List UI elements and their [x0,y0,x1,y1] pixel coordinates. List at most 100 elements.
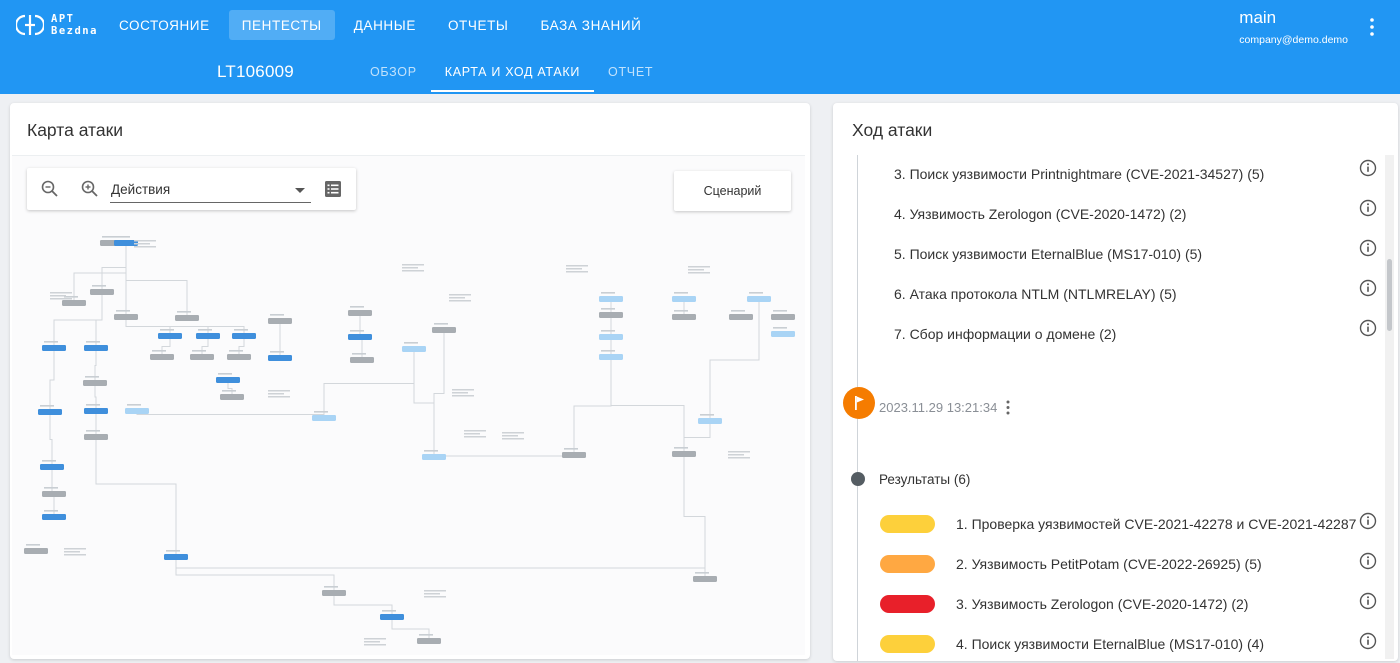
scrollbar[interactable] [1385,155,1394,659]
nav-knowledge-base[interactable]: БАЗА ЗНАНИЙ [527,10,654,40]
graph-node[interactable] [227,354,251,360]
graph-node[interactable] [42,514,66,520]
graph-node[interactable] [771,314,795,320]
nav-reports[interactable]: ОТЧЕТЫ [435,10,522,40]
graph-node[interactable] [312,415,336,421]
graph-node[interactable] [90,289,114,295]
tab-report[interactable]: ОТЧЕТ [594,55,667,92]
graph-node[interactable] [216,377,240,383]
graph-node[interactable] [562,452,586,458]
scenario-button[interactable]: Сценарий [674,171,791,211]
graph-node[interactable] [24,548,48,554]
graph-annotation [424,593,440,595]
graph-node[interactable] [232,333,256,339]
graph-node[interactable] [672,451,696,457]
graph-node[interactable] [42,491,66,497]
graph-node[interactable] [40,464,64,470]
graph-node[interactable] [672,296,696,302]
graph-node[interactable] [771,331,795,337]
nav-data[interactable]: ДАННЫЕ [341,10,429,40]
graph-node[interactable] [42,345,66,351]
result-item[interactable]: 1. Проверка уязвимостей CVE-2021-42278 и… [833,515,1393,555]
attack-step[interactable]: 6. Атака протокола NTLM (NTLMRELAY) (5) [894,280,1364,320]
scrollbar-thumb[interactable] [1387,259,1392,331]
attack-graph[interactable] [12,156,805,655]
graph-node[interactable] [432,327,456,333]
zoom-in-icon[interactable] [80,179,100,199]
info-icon[interactable] [1359,239,1377,257]
graph-node-caption [160,329,174,331]
graph-node[interactable] [380,614,404,620]
pentest-id: LT106009 [217,62,294,81]
list-icon[interactable] [323,179,343,199]
graph-node[interactable] [175,315,199,321]
graph-annotation [502,438,524,440]
info-icon[interactable] [1359,512,1377,530]
graph-node-caption [731,310,745,312]
tab-attack-map[interactable]: КАРТА И ХОД АТАКИ [430,55,595,92]
graph-node[interactable] [114,314,138,320]
graph-node[interactable] [150,354,174,360]
more-vert-icon[interactable] [1369,17,1375,37]
zoom-out-icon[interactable] [40,179,60,199]
attack-map-canvas[interactable]: Действия Сценарий [12,155,805,655]
graph-node[interactable] [158,333,182,339]
user-menu[interactable]: main company@demo.demo [1239,8,1348,46]
info-icon[interactable] [1359,159,1377,177]
graph-node[interactable] [220,394,244,400]
graph-node[interactable] [268,355,292,361]
more-vert-icon[interactable] [1006,400,1010,415]
graph-node[interactable] [417,638,441,644]
attack-step[interactable]: 3. Поиск уязвимости Printnightmare (CVE-… [894,160,1364,200]
info-icon[interactable] [1359,592,1377,610]
graph-node[interactable] [693,576,717,582]
result-item[interactable]: 2. Уязвимость PetitPotam (CVE-2022-26925… [833,555,1393,595]
graph-node[interactable] [350,357,374,363]
graph-annotation [464,430,486,432]
info-icon[interactable] [1359,552,1377,570]
graph-node[interactable] [196,333,220,339]
graph-node[interactable] [672,314,696,320]
logo[interactable]: APT Bezdna [16,11,106,41]
attack-step[interactable]: 4. Уязвимость Zerologon (CVE-2020-1472) … [894,200,1364,240]
info-icon[interactable] [1359,279,1377,297]
graph-node[interactable] [38,409,62,415]
graph-edge [683,457,706,576]
info-icon[interactable] [1359,632,1377,650]
result-item[interactable]: 4. Поиск уязвимости EternalBlue (MS17-01… [833,635,1393,661]
graph-node[interactable] [747,296,771,302]
graph-node[interactable] [698,418,722,424]
filter-select[interactable]: Действия [110,177,311,203]
graph-node[interactable] [599,296,623,302]
graph-node[interactable] [83,380,107,386]
graph-node[interactable] [402,346,426,352]
graph-node[interactable] [729,314,753,320]
attack-step[interactable]: 5. Поиск уязвимости EternalBlue (MS17-01… [894,240,1364,280]
graph-node[interactable] [599,334,623,340]
graph-node[interactable] [348,310,372,316]
nav-pentests[interactable]: ПЕНТЕСТЫ [228,10,335,40]
info-icon[interactable] [1359,319,1377,337]
graph-node[interactable] [322,590,346,596]
graph-node[interactable] [125,408,149,414]
graph-node[interactable] [348,334,372,340]
graph-node[interactable] [599,354,623,360]
graph-node[interactable] [84,408,108,414]
attack-step[interactable]: 7. Сбор информации о домене (2) [894,320,1364,360]
graph-node[interactable] [190,354,214,360]
graph-node[interactable] [84,434,108,440]
graph-node[interactable] [164,554,188,560]
graph-node-caption [218,373,232,375]
graph-node[interactable] [268,318,292,324]
graph-annotation [449,300,471,302]
nav-status[interactable]: СОСТОЯНИЕ [106,10,223,40]
graph-annotation [566,268,582,270]
tab-overview[interactable]: ОБЗОР [356,55,431,92]
result-item[interactable]: 3. Уязвимость Zerologon (CVE-2020-1472) … [833,595,1393,635]
graph-node[interactable] [62,300,86,306]
graph-node[interactable] [599,312,623,318]
info-icon[interactable] [1359,199,1377,217]
graph-node[interactable] [422,454,446,460]
graph-node-caption [404,342,418,344]
graph-node[interactable] [84,345,108,351]
